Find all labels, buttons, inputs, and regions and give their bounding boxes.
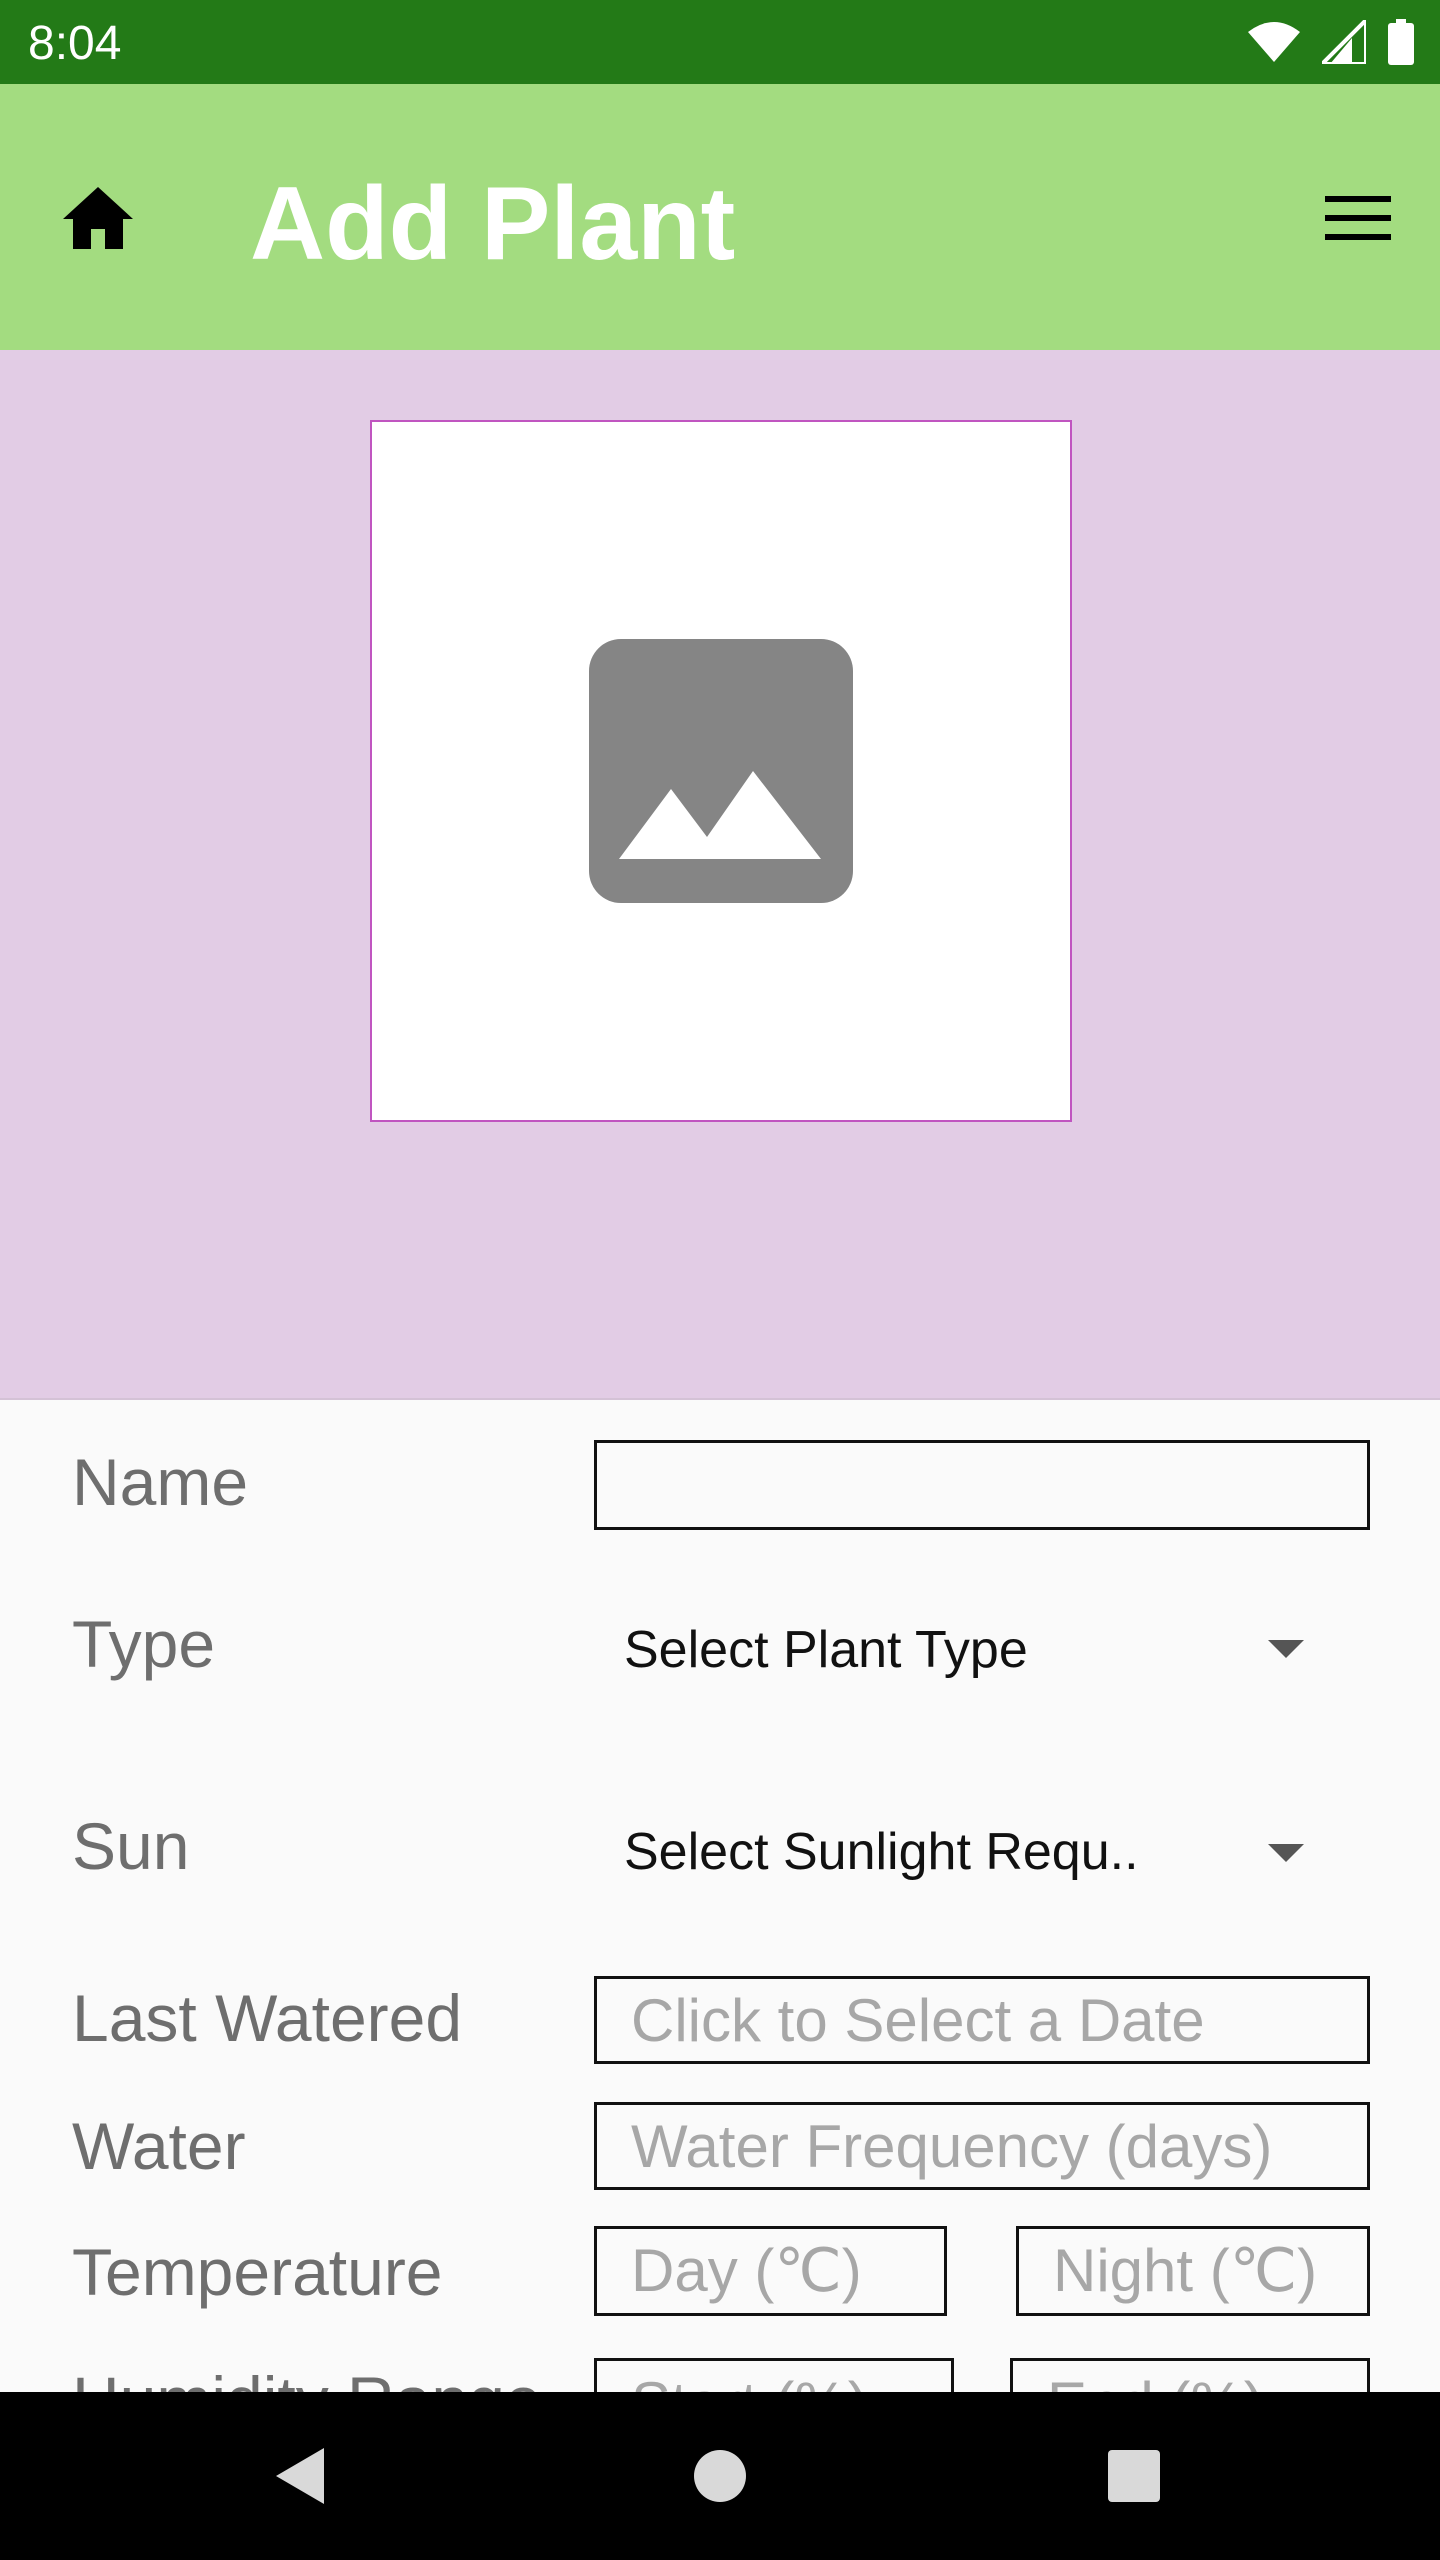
recents-icon bbox=[1108, 2450, 1160, 2502]
water-frequency-placeholder: Water Frequency (days) bbox=[631, 2112, 1273, 2180]
home-circle-icon bbox=[694, 2450, 746, 2502]
image-section bbox=[0, 350, 1440, 1400]
plant-image-picker[interactable] bbox=[370, 420, 1072, 1122]
app-bar: Add Plant bbox=[0, 84, 1440, 350]
chevron-down-icon bbox=[1268, 1640, 1304, 1658]
status-time: 8:04 bbox=[28, 17, 122, 70]
status-bar: 8:04 bbox=[0, 0, 1440, 84]
sun-label: Sun bbox=[72, 1809, 190, 1883]
image-placeholder-icon bbox=[589, 639, 853, 903]
home-button[interactable] bbox=[56, 176, 140, 260]
water-label: Water bbox=[72, 2109, 246, 2183]
temperature-day-input[interactable]: Day (℃) bbox=[594, 2226, 947, 2316]
type-label: Type bbox=[72, 1607, 216, 1681]
recents-button[interactable] bbox=[1086, 2428, 1182, 2524]
last-watered-date-field[interactable]: Click to Select a Date bbox=[594, 1976, 1370, 2064]
sunlight-selected: Select Sunlight Requ.. bbox=[624, 1823, 1139, 1881]
chevron-down-icon bbox=[1268, 1844, 1304, 1862]
menu-button[interactable] bbox=[1316, 176, 1400, 260]
last-watered-label: Last Watered bbox=[72, 1981, 463, 2055]
back-icon bbox=[276, 2448, 324, 2504]
home-nav-button[interactable] bbox=[672, 2428, 768, 2524]
name-input[interactable] bbox=[594, 1440, 1370, 1530]
last-watered-placeholder: Click to Select a Date bbox=[631, 1986, 1205, 2054]
temperature-day-placeholder: Day (℃) bbox=[631, 2237, 862, 2304]
plant-type-selected: Select Plant Type bbox=[624, 1621, 1028, 1679]
battery-icon bbox=[1388, 19, 1414, 65]
water-frequency-input[interactable]: Water Frequency (days) bbox=[594, 2102, 1370, 2190]
navigation-bar bbox=[0, 2392, 1440, 2560]
wifi-icon bbox=[1248, 22, 1300, 62]
temperature-night-placeholder: Night (℃) bbox=[1053, 2237, 1318, 2304]
back-button[interactable] bbox=[252, 2428, 348, 2524]
temperature-night-input[interactable]: Night (℃) bbox=[1016, 2226, 1370, 2316]
home-icon bbox=[63, 187, 133, 249]
status-icons bbox=[1248, 18, 1414, 66]
menu-icon bbox=[1325, 196, 1391, 240]
name-label: Name bbox=[72, 1445, 249, 1519]
temperature-label: Temperature bbox=[72, 2235, 443, 2309]
page-title: Add Plant bbox=[250, 166, 736, 282]
cell-signal-icon bbox=[1322, 20, 1366, 64]
